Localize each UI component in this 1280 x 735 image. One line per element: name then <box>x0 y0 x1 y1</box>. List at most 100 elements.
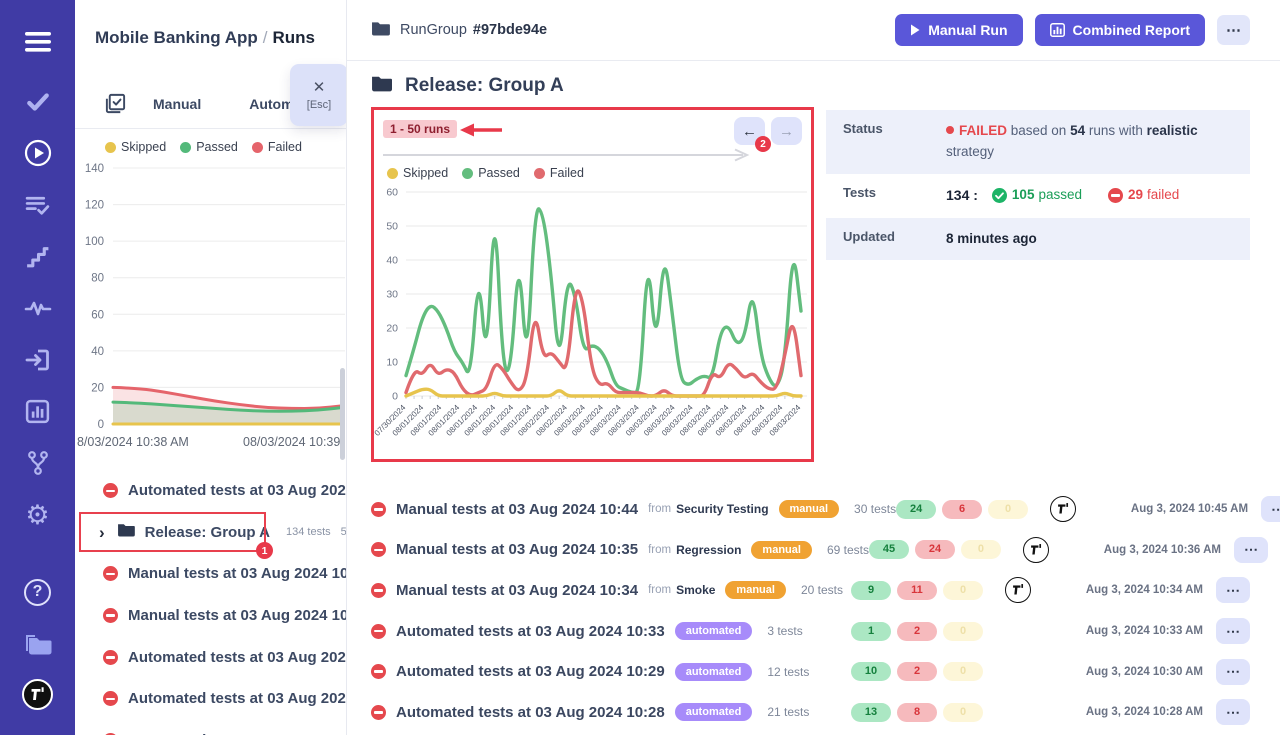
row-more-button[interactable]: ⋯ <box>1216 577 1250 603</box>
svg-text:80: 80 <box>91 273 104 285</box>
select-all-icon[interactable] <box>104 92 127 115</box>
list-item-release-group[interactable]: › Release: Group A 134 tests 54 r <box>75 512 347 554</box>
status-row: Status FAILED based on 54 runs with real… <box>826 110 1250 174</box>
tests-total: 134 : <box>946 185 978 207</box>
runs-table: Manual tests at 03 Aug 2024 10:44 from S… <box>347 489 1280 733</box>
row-more-button[interactable]: ⋯ <box>1216 699 1250 725</box>
failed-pill: 11 <box>897 581 937 600</box>
table-row[interactable]: Manual tests at 03 Aug 2024 10:35 from R… <box>347 530 1280 571</box>
run-type-badge: automated <box>675 703 753 721</box>
header-more-button[interactable]: ⋯ <box>1217 15 1250 45</box>
run-title[interactable]: Automated tests at 03 Aug 2024 10:28 <box>396 704 665 721</box>
table-row[interactable]: Automated tests at 03 Aug 2024 10:33 aut… <box>347 611 1280 652</box>
status-value: FAILED based on 54 runs with realistic s… <box>946 110 1250 174</box>
next-page-button[interactable]: → <box>771 117 802 145</box>
help-icon[interactable]: ? <box>0 577 75 607</box>
row-more-button[interactable]: ⋯ <box>1216 659 1250 685</box>
row-more-button[interactable]: ⋯ <box>1234 537 1268 563</box>
passed-pill: 1 <box>851 622 891 641</box>
passed-check-icon <box>992 188 1007 203</box>
run-title[interactable]: Manual tests at 03 Aug 2024 10:34 <box>396 582 638 599</box>
run-title[interactable]: Automated tests at 03 Aug 2024 10:33 <box>396 623 665 640</box>
list-item[interactable]: Manual tests at 03 Aug 2024 10:42 <box>75 595 347 637</box>
breadcrumb-project[interactable]: Mobile Banking App <box>95 28 258 47</box>
svg-text:0: 0 <box>392 391 398 403</box>
table-row[interactable]: Automated tests at 03 Aug 2024 10:28 aut… <box>347 692 1280 733</box>
svg-text:20: 20 <box>91 382 104 394</box>
svg-text:60: 60 <box>386 187 398 199</box>
passed-word: passed <box>1038 185 1082 206</box>
table-row[interactable]: Manual tests at 03 Aug 2024 10:34 from S… <box>347 570 1280 611</box>
manual-run-button[interactable]: Manual Run <box>895 14 1022 46</box>
status-text: based on <box>1007 123 1070 138</box>
failed-status-icon <box>103 483 118 498</box>
rungroup-id: #97bde94e <box>473 22 547 38</box>
run-title: Automated tests at 03 Aug 2024 10 <box>128 690 347 707</box>
failed-legend-label: Failed <box>550 166 584 180</box>
tests-label: Tests <box>826 174 946 211</box>
run-title: Manual tests at 03 Aug 2024 10:42 <box>128 607 347 624</box>
gear-glyph: ⚙ <box>25 502 49 529</box>
list-item[interactable]: Automated tests at 03 Aug 2024 1 <box>75 720 347 735</box>
tab-manual[interactable]: Manual <box>153 96 201 112</box>
bar-chart-icon[interactable] <box>0 396 75 426</box>
combined-report-label: Combined Report <box>1073 22 1190 38</box>
run-tests-count: 69 tests <box>827 543 869 557</box>
failed-status-icon <box>103 691 118 706</box>
list-check-icon[interactable] <box>0 190 75 220</box>
passed-pill: 10 <box>851 662 891 681</box>
passed-pill: 45 <box>869 540 909 559</box>
testomat-logo-icon[interactable] <box>0 679 75 709</box>
failed-status-icon <box>103 650 118 665</box>
play-circle-icon[interactable] <box>0 138 75 168</box>
left-panel-scrollbar[interactable] <box>340 368 345 460</box>
run-tests-count: 3 tests <box>767 624 802 638</box>
table-row[interactable]: Manual tests at 03 Aug 2024 10:44 from S… <box>347 489 1280 530</box>
passed-pill: 24 <box>896 500 936 519</box>
list-item[interactable]: Manual tests at 03 Aug 2024 10:43 <box>75 553 347 595</box>
branch-icon[interactable] <box>0 448 75 478</box>
row-more-button[interactable]: ⋯ <box>1216 618 1250 644</box>
menu-icon[interactable] <box>0 27 75 57</box>
skipped-legend-dot <box>105 142 116 153</box>
esc-hint-label: [Esc] <box>307 99 331 111</box>
projects-folder-icon[interactable] <box>0 628 75 658</box>
tests-value: 134 : 105 passed 29 failed <box>946 174 1250 218</box>
table-row[interactable]: Automated tests at 03 Aug 2024 10:29 aut… <box>347 651 1280 692</box>
result-pills: 1020 <box>851 662 983 681</box>
run-type-badge: automated <box>675 663 753 681</box>
group-title: Release: Group A <box>145 524 270 541</box>
failed-status-icon <box>371 542 386 557</box>
import-icon[interactable] <box>0 345 75 375</box>
prev-arrow-icon: ← <box>742 123 757 140</box>
breadcrumb-separator: / <box>263 28 268 47</box>
chevron-right-icon[interactable]: › <box>99 524 105 541</box>
run-timestamp: Aug 3, 2024 10:33 AM <box>1053 625 1203 637</box>
esc-tooltip: ✕ [Esc] <box>290 64 347 126</box>
settings-gear-icon[interactable]: ⚙ <box>0 500 75 530</box>
failed-pill: 8 <box>897 703 937 722</box>
svg-text:40: 40 <box>91 346 104 358</box>
list-item[interactable]: Automated tests at 03 Aug 2024 10 <box>75 678 347 720</box>
list-item[interactable]: Automated tests at 03 Aug 2024 10 <box>75 636 347 678</box>
row-more-button[interactable]: ⋯ <box>1261 496 1280 522</box>
run-title[interactable]: Automated tests at 03 Aug 2024 10:29 <box>396 663 665 680</box>
testomat-logo-icon <box>1050 496 1076 522</box>
close-icon[interactable]: ✕ <box>313 80 326 95</box>
combined-report-button[interactable]: Combined Report <box>1035 14 1205 46</box>
passed-pill: 13 <box>851 703 891 722</box>
result-pills: 1380 <box>851 703 983 722</box>
prev-page-button[interactable]: ← 2 <box>734 117 765 145</box>
runs-scroll-arrow <box>383 148 755 167</box>
run-title[interactable]: Manual tests at 03 Aug 2024 10:44 <box>396 501 638 518</box>
run-from-label: from <box>648 544 671 556</box>
status-text: strategy <box>946 144 994 159</box>
steps-icon[interactable] <box>0 242 75 272</box>
failed-pill: 6 <box>942 500 982 519</box>
left-panel: Mobile Banking App/Runs Manual Automated… <box>75 0 347 735</box>
activity-icon[interactable] <box>0 293 75 323</box>
list-item[interactable]: Automated tests at 03 Aug 2024 10 <box>75 470 347 512</box>
check-icon[interactable] <box>0 87 75 117</box>
failed-count: 29 <box>1128 185 1143 206</box>
run-title[interactable]: Manual tests at 03 Aug 2024 10:35 <box>396 541 638 558</box>
